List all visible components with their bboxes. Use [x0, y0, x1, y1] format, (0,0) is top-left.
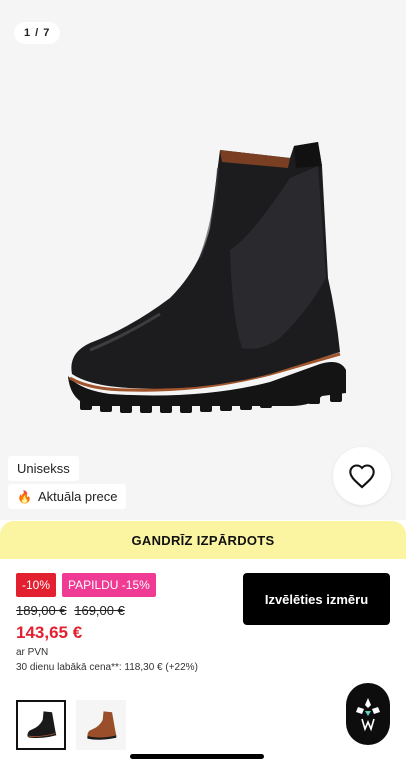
vat-note: ar PVN	[16, 647, 49, 658]
brown-boot-thumbnail[interactable]	[76, 700, 126, 750]
home-indicator	[130, 754, 264, 759]
extra-discount-badge: PAPILDU -15%	[62, 573, 156, 597]
tag-trending-label: Aktuāla prece	[37, 489, 118, 504]
boot-icon	[27, 711, 57, 739]
thumbnail-strip	[16, 700, 126, 750]
stock-banner-text: GANDRĪZ IZPĀRDOTS	[131, 532, 275, 548]
image-counter: 1 / 7	[14, 22, 61, 44]
heart-outline-icon	[349, 464, 375, 489]
wishlist-button[interactable]	[333, 447, 391, 505]
tag-unisex: Unisekss	[8, 456, 79, 481]
current-price: 143,65 €	[16, 623, 83, 642]
previous-price: 169,00 €	[74, 603, 125, 618]
black-boot-thumbnail[interactable]	[16, 700, 66, 750]
assistant-logo-icon	[356, 698, 380, 732]
product-image[interactable]	[50, 138, 350, 438]
original-price: 189,00 €	[16, 603, 67, 618]
fire-icon: 🔥	[17, 489, 32, 504]
discount-badge: -10%	[16, 573, 57, 597]
boot-icon	[87, 711, 117, 740]
discount-badges: -10% PAPILDU -15%	[16, 573, 156, 597]
lowest-price-note: 30 dienu labākā cena**: 118,30 € (+22%)	[16, 662, 198, 673]
tag-unisex-label: Unisekss	[17, 461, 70, 476]
product-gallery[interactable]: 1 / 7 Unisekss 🔥 Aktuāla prece	[0, 0, 406, 520]
tag-trending: 🔥 Aktuāla prece	[8, 484, 127, 509]
select-size-button[interactable]: Izvēlēties izmēru	[243, 573, 390, 625]
old-prices: 189,00 € 169,00 €	[16, 603, 129, 618]
price-section: -10% PAPILDU -15% 189,00 € 169,00 € 143,…	[0, 559, 406, 768]
stock-banner: GANDRĪZ IZPĀRDOTS	[0, 521, 406, 559]
assistant-button[interactable]	[346, 683, 390, 745]
